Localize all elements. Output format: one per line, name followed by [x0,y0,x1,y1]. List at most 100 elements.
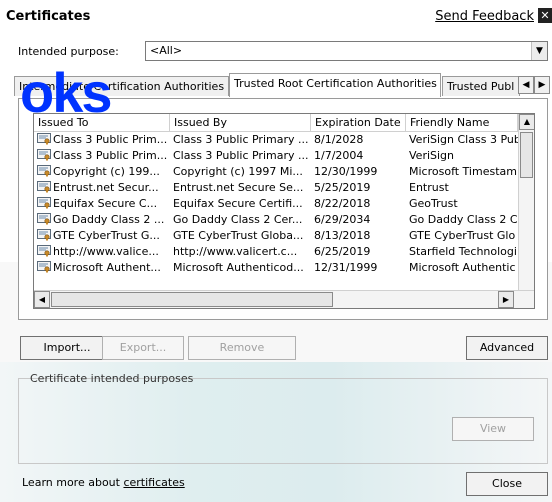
tab-label: Trusted Root Certification Authorities [234,77,437,90]
certificate-icon [37,261,51,273]
table-cell: 12/30/1999 [311,164,406,180]
import-button[interactable]: Import... [20,336,114,360]
scroll-up-icon[interactable]: ▲ [519,114,534,130]
table-cell: 6/29/2034 [311,212,406,228]
close-button[interactable]: Close [466,472,548,496]
table-row[interactable]: Go Daddy Class 2 ... Go Daddy Class 2 Cer… [34,212,518,228]
certificate-icon [37,181,51,193]
cell-text: 1/7/2004 [314,149,364,162]
table-row[interactable]: Copyright (c) 199... Copyright (c) 1997 M… [34,164,518,180]
cell-text: Go Daddy Class 2 ... [53,213,165,226]
table-cell: Class 3 Public Primary ... [170,148,311,164]
cell-text: Copyright (c) 1997 Mi... [173,165,303,178]
table-cell: VeriSign Class 3 Pub [406,132,518,148]
cell-text: Copyright (c) 199... [53,165,160,178]
column-friendly-name[interactable]: Friendly Name [406,114,518,132]
table-cell: Equifax Secure C... [34,196,170,212]
close-icon[interactable]: ✕ [538,8,552,23]
window-title: Certificates [6,9,91,24]
cell-text: Microsoft Authentic [409,261,516,274]
learn-more-text: Learn more about certificates [22,476,185,489]
column-issued-by[interactable]: Issued By [170,114,311,132]
tab-pane: Issued To Issued By Expiration Date Frie… [18,98,548,320]
table-row[interactable]: http://www.valice... http://www.valicert.… [34,244,517,260]
chevron-left-icon[interactable]: ◀ [518,76,534,94]
cell-text: Go Daddy Class 2 C [409,213,518,226]
cell-text: GTE CyberTrust G... [53,229,160,242]
cell-text: Class 3 Public Primary ... [173,133,309,146]
table-cell: Entrust.net Secure Se... [170,180,311,196]
table-cell: http://www.valice... [34,244,170,260]
chevron-down-icon[interactable]: ▼ [531,42,547,60]
vertical-scrollbar[interactable]: ▲ [518,114,534,292]
tab-trusted-root-ca[interactable]: Trusted Root Certification Authorities [229,73,441,97]
table-cell: Entrust [406,180,518,196]
certificate-icon [37,245,51,257]
table-cell: GTE CyberTrust Glo [406,228,518,244]
certificates-link[interactable]: certificates [123,476,184,489]
table-cell: Class 3 Public Prim... [34,132,170,148]
table-cell: Microsoft Authentic [406,260,518,276]
table-cell: 1/7/2004 [311,148,406,164]
view-button[interactable]: View [452,417,534,441]
intended-purpose-select[interactable]: <All> ▼ [145,41,548,61]
vertical-scroll-thumb[interactable] [520,132,533,178]
table-cell: Microsoft Timestamp [406,164,518,180]
cell-text: GTE CyberTrust Globa... [173,229,304,242]
horizontal-scrollbar[interactable]: ◀ ▶ [34,290,534,308]
cell-text: Equifax Secure C... [53,197,158,210]
cell-text: 6/25/2019 [314,245,371,258]
table-cell: Equifax Secure Certifi... [170,196,311,212]
table-cell: http://www.valicert.c... [170,244,311,260]
export-button[interactable]: Export... [102,336,184,360]
cell-text: 12/30/1999 [314,165,378,178]
tab-trusted-publishers[interactable]: Trusted Publ [442,76,520,96]
advanced-button[interactable]: Advanced [466,336,548,360]
certificate-icon [37,149,51,161]
cell-text: 8/13/2018 [314,229,371,242]
table-row[interactable]: Class 3 Public Prim... Class 3 Public Pri… [34,132,518,148]
table-row[interactable]: Class 3 Public Prim... Class 3 Public Pri… [34,148,516,164]
table-row[interactable]: Equifax Secure C... Equifax Secure Certif… [34,196,516,212]
certificate-icon [37,197,51,209]
table-cell: Microsoft Authenticod... [170,260,311,276]
remove-button[interactable]: Remove [188,336,296,360]
table-row[interactable]: Microsoft Authent... Microsoft Authentico… [34,260,516,276]
scroll-right-icon[interactable]: ▶ [498,291,514,308]
table-row[interactable]: GTE CyberTrust G... GTE CyberTrust Globa.… [34,228,516,244]
intended-purpose-value: <All> [150,44,183,57]
certificate-list[interactable]: Issued To Issued By Expiration Date Frie… [33,113,535,309]
chevron-right-icon[interactable]: ▶ [534,76,550,94]
table-cell: Go Daddy Class 2 ... [34,212,170,228]
scroll-left-icon[interactable]: ◀ [34,291,50,308]
cell-text: Entrust.net Secur... [53,181,159,194]
column-expiration-date[interactable]: Expiration Date [311,114,406,132]
certificate-icon [37,213,51,225]
cell-text: GTE CyberTrust Glo [409,229,516,242]
table-cell: GTE CyberTrust Globa... [170,228,311,244]
cell-text: VeriSign [409,149,455,162]
cell-text: Entrust [409,181,449,194]
table-cell: Copyright (c) 1997 Mi... [170,164,311,180]
table-cell: 5/25/2019 [311,180,406,196]
horizontal-scroll-thumb[interactable] [51,292,333,307]
table-row[interactable]: Entrust.net Secur... Entrust.net Secure S… [34,180,516,196]
table-cell: Microsoft Authent... [34,260,170,276]
cell-text: Class 3 Public Prim... [53,149,168,162]
table-cell: 8/1/2028 [311,132,406,148]
cell-text: VeriSign Class 3 Pub [409,133,518,146]
cell-text: Entrust.net Secure Se... [173,181,304,194]
cell-text: Microsoft Authenticod... [173,261,304,274]
table-cell: 8/22/2018 [311,196,406,212]
cell-text: Class 3 Public Primary ... [173,149,309,162]
cell-text: http://www.valice... [53,245,159,258]
cell-text: Equifax Secure Certifi... [173,197,303,210]
learn-more-prefix: Learn more about [22,476,124,489]
cell-text: Class 3 Public Prim... [53,133,168,146]
send-feedback-link[interactable]: Send Feedback [435,9,534,24]
certificate-icon [37,133,51,145]
table-cell: Go Daddy Class 2 C [406,212,518,228]
table-cell: 6/25/2019 [311,244,406,260]
title-bar: Certificates Send Feedback ✕ [0,0,552,30]
tab-label: Trusted Publ [447,80,515,93]
